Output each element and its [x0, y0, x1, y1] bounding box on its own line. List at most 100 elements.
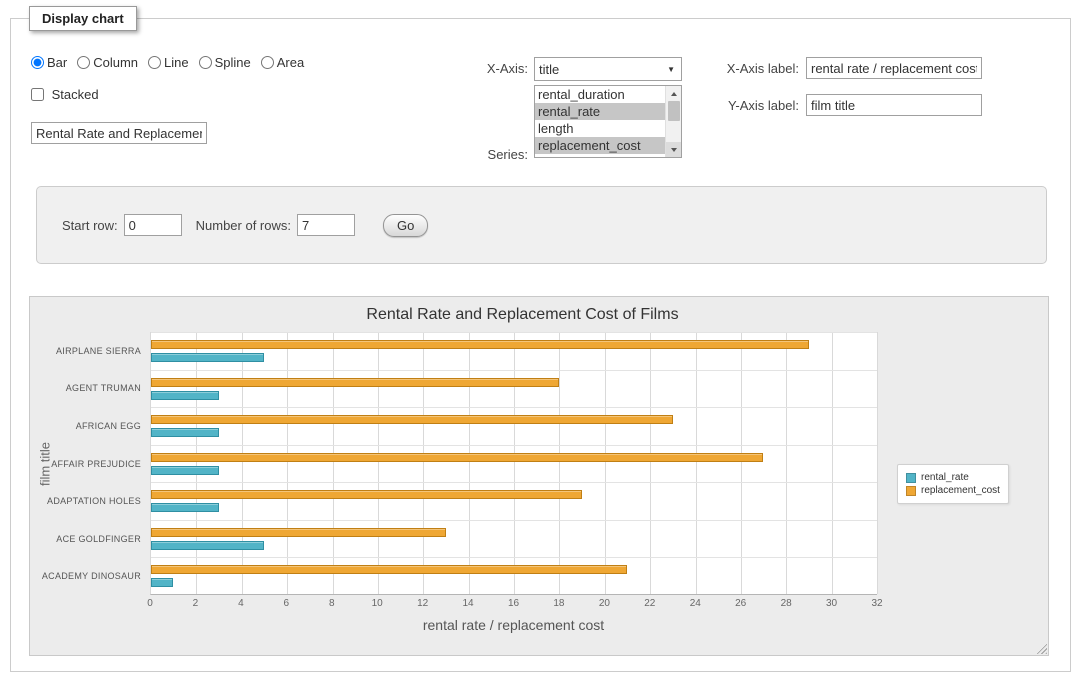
chart-panel: Rental Rate and Replacement Cost of Film…	[29, 296, 1049, 656]
gridline	[151, 407, 877, 408]
x-tick-label: 12	[417, 598, 428, 609]
chart-type-label: Area	[277, 55, 304, 70]
xaxis-select[interactable]: title ▼	[534, 57, 682, 81]
chart-title: Rental Rate and Replacement Cost of Film…	[30, 306, 1015, 324]
go-button[interactable]: Go	[383, 214, 428, 237]
display-chart-legend[interactable]: Display chart	[29, 6, 137, 31]
x-tick-label: 16	[508, 598, 519, 609]
x-tick-label: 22	[644, 598, 655, 609]
gridline	[287, 332, 288, 594]
chart-type-label: Spline	[215, 55, 251, 70]
x-tick-label: 30	[826, 598, 837, 609]
category-label: AFRICAN EGG	[76, 421, 141, 431]
category-label: AFFAIR PREJUDICE	[51, 459, 141, 469]
yaxis-label-input[interactable]	[806, 94, 982, 116]
gridline	[151, 557, 877, 558]
x-tick-label: 4	[238, 598, 244, 609]
gridline	[877, 332, 878, 594]
bar-rental_rate	[151, 578, 173, 587]
scroll-down-icon[interactable]	[666, 142, 681, 157]
chart-type-radio-spline[interactable]	[199, 56, 212, 69]
stacked-checkbox[interactable]	[31, 88, 44, 101]
legend-swatch-icon	[906, 486, 916, 496]
gridline	[151, 445, 877, 446]
chart-type-radio-bar[interactable]	[31, 56, 44, 69]
series-listbox-scrollbar[interactable]	[665, 86, 681, 157]
chart-legend: rental_rate replacement_cost	[897, 464, 1009, 504]
category-label: ACADEMY DINOSAUR	[42, 571, 141, 581]
x-tick-label: 10	[372, 598, 383, 609]
legend-item-replacement_cost[interactable]: replacement_cost	[906, 485, 1000, 496]
series-option-length[interactable]: length	[535, 120, 665, 137]
bar-replacement_cost	[151, 453, 763, 462]
x-tick-label: 18	[553, 598, 564, 609]
gridline	[786, 332, 787, 594]
stacked-option[interactable]: Stacked	[31, 87, 99, 102]
series-listbox-options: rental_durationrental_ratelengthreplacem…	[535, 86, 665, 157]
x-tick-label: 6	[284, 598, 290, 609]
gridline	[605, 332, 606, 594]
gridline	[242, 332, 243, 594]
rows-panel: Start row: Number of rows: Go	[36, 186, 1047, 264]
stacked-label: Stacked	[52, 87, 99, 102]
legend-item-rental_rate[interactable]: rental_rate	[906, 472, 1000, 483]
series-option-rental_rate[interactable]: rental_rate	[535, 103, 665, 120]
bar-rental_rate	[151, 541, 264, 550]
bar-replacement_cost	[151, 340, 809, 349]
category-label: ACE GOLDFINGER	[56, 534, 141, 544]
chart-type-label: Line	[164, 55, 189, 70]
gridline	[741, 332, 742, 594]
xaxis-label-field-label: X-Axis label:	[666, 61, 799, 76]
chart-type-option-bar[interactable]: Bar	[31, 55, 67, 70]
gridline	[151, 370, 877, 371]
x-tick-label: 20	[599, 598, 610, 609]
start-row-input[interactable]	[124, 214, 182, 236]
legend-swatch-icon	[906, 473, 916, 483]
resize-handle-icon[interactable]	[1034, 641, 1047, 654]
gridline	[469, 332, 470, 594]
x-tick-label: 0	[147, 598, 153, 609]
chart-type-option-line[interactable]: Line	[148, 55, 189, 70]
series-option-replacement_cost[interactable]: replacement_cost	[535, 137, 665, 154]
series-listbox[interactable]: rental_durationrental_ratelengthreplacem…	[534, 85, 682, 158]
x-axis-ticks: 02468101214161820222426283032	[150, 598, 877, 612]
legend-label: replacement_cost	[921, 485, 1000, 496]
chart-title-input[interactable]	[31, 122, 207, 144]
series-listbox-label: Series:	[431, 147, 528, 162]
chart-type-option-spline[interactable]: Spline	[199, 55, 251, 70]
chart-type-radio-line[interactable]	[148, 56, 161, 69]
yaxis-label-field-label: Y-Axis label:	[666, 98, 799, 113]
chart-type-label: Column	[93, 55, 138, 70]
chart-type-label: Bar	[47, 55, 67, 70]
chart-type-radio-area[interactable]	[261, 56, 274, 69]
x-tick-label: 32	[871, 598, 882, 609]
bar-replacement_cost	[151, 415, 673, 424]
bar-rental_rate	[151, 428, 219, 437]
gridline	[151, 482, 877, 483]
plot-area	[150, 332, 877, 595]
gridline	[196, 332, 197, 594]
category-label: ADAPTATION HOLES	[47, 496, 141, 506]
category-labels: AIRPLANE SIERRA AGENT TRUMAN AFRICAN EGG AF…	[30, 332, 146, 595]
xaxis-select-label: X-Axis:	[431, 61, 528, 76]
category-label: AGENT TRUMAN	[66, 383, 141, 393]
bar-replacement_cost	[151, 490, 582, 499]
legend-label: rental_rate	[921, 472, 969, 483]
x-tick-label: 28	[781, 598, 792, 609]
bar-rental_rate	[151, 466, 219, 475]
num-rows-input[interactable]	[297, 214, 355, 236]
gridline	[696, 332, 697, 594]
gridline	[559, 332, 560, 594]
xaxis-label-input[interactable]	[806, 57, 982, 79]
bar-replacement_cost	[151, 565, 627, 574]
bar-rental_rate	[151, 503, 219, 512]
category-label: AIRPLANE SIERRA	[56, 346, 141, 356]
chart-type-option-column[interactable]: Column	[77, 55, 138, 70]
series-option-rental_duration[interactable]: rental_duration	[535, 86, 665, 103]
gridline	[333, 332, 334, 594]
gridline	[423, 332, 424, 594]
chart-type-radio-column[interactable]	[77, 56, 90, 69]
x-tick-label: 26	[735, 598, 746, 609]
chart-type-option-area[interactable]: Area	[261, 55, 304, 70]
bar-rental_rate	[151, 391, 219, 400]
